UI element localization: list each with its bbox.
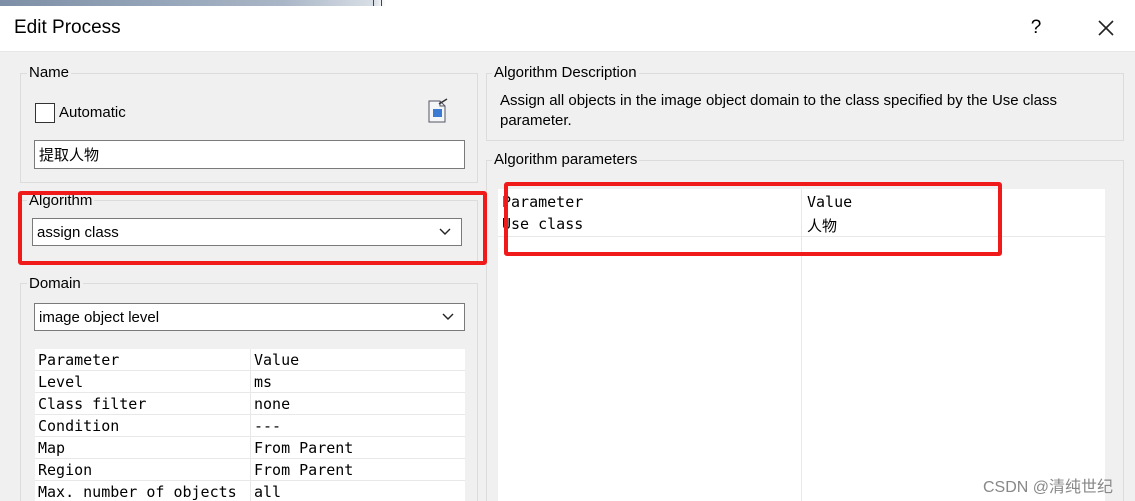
parameter-name: Region (38, 461, 93, 479)
parameter-name: Condition (38, 417, 120, 435)
table-row[interactable]: Condition --- (35, 415, 465, 437)
domain-select[interactable]: image object level (34, 303, 465, 331)
automatic-label: Automatic (59, 104, 126, 121)
table-row[interactable]: Map From Parent (35, 437, 465, 459)
process-name-input[interactable]: 提取人物 (34, 140, 465, 169)
parameter-name: Class filter (38, 395, 147, 413)
watermark-text: CSDN @清纯世纪 (983, 479, 1114, 496)
domain-selected-value: image object level (39, 308, 160, 326)
column-header-value: Value (254, 351, 300, 369)
table-row[interactable]: Max. number of objects all (35, 481, 465, 501)
name-group-label: Name (27, 64, 72, 81)
parameter-name: Map (38, 439, 66, 457)
dialog-titlebar: Edit Process ? (0, 0, 1135, 52)
table-row[interactable]: Level ms (35, 371, 465, 393)
automatic-checkbox[interactable] (35, 103, 55, 123)
edit-document-icon (428, 98, 448, 123)
algorithm-parameters-label: Algorithm parameters (492, 151, 640, 168)
parameter-value: all (254, 483, 282, 501)
parameter-name: Max. number of objects (38, 483, 237, 501)
edit-name-button[interactable] (427, 98, 449, 124)
parameter-value: --- (254, 417, 282, 435)
dialog-title: Edit Process (14, 17, 121, 38)
domain-group-label: Domain (27, 275, 83, 292)
parameter-value: From Parent (254, 461, 354, 479)
parameter-name: Level (38, 373, 84, 391)
background-window-strip (0, 0, 1135, 6)
help-button[interactable]: ? (1022, 14, 1050, 42)
algorithm-description-text: Assign all objects in the image object d… (500, 92, 1057, 129)
close-icon (1098, 20, 1114, 36)
parameter-value: ms (254, 373, 273, 391)
parameter-value: From Parent (254, 439, 354, 457)
algorithm-description-label: Algorithm Description (492, 64, 639, 81)
parameter-value: none (254, 395, 291, 413)
table-row[interactable]: Class filter none (35, 393, 465, 415)
highlight-box-parameters (504, 182, 1002, 256)
table-row[interactable]: Region From Parent (35, 459, 465, 481)
close-button[interactable] (1092, 14, 1120, 42)
column-header-parameter: Parameter (38, 351, 120, 369)
table-header-row: Parameter Value (35, 349, 465, 371)
highlight-box-algorithm (18, 191, 487, 265)
chevron-down-icon (442, 313, 454, 320)
domain-parameter-table: Parameter Value Level ms Class filter no… (35, 349, 465, 501)
